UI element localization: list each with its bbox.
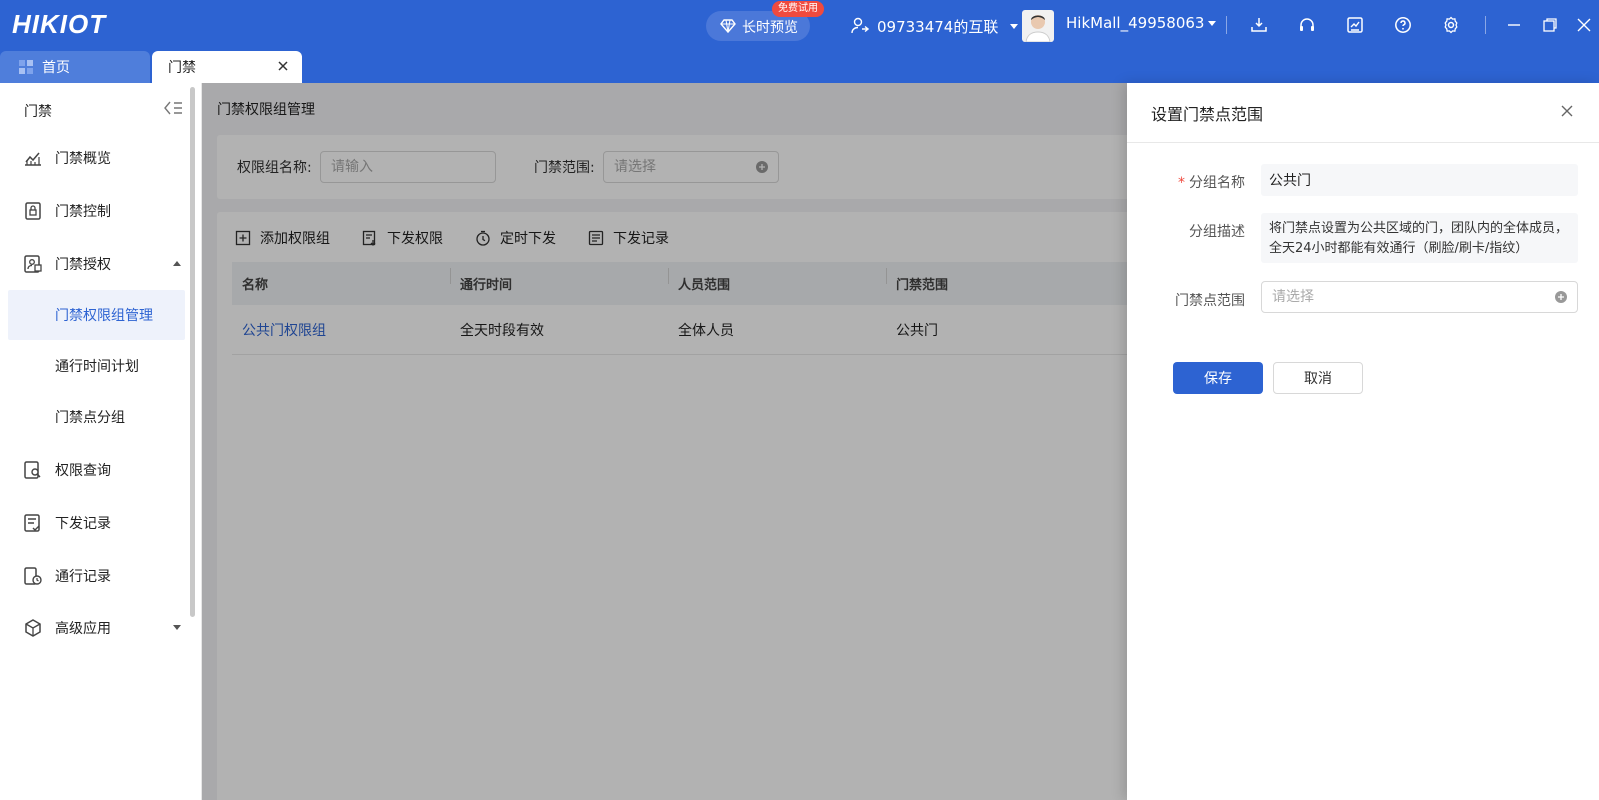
divider [1485,16,1486,34]
user-card-icon [24,255,42,273]
door-scope-drawer: 设置门禁点范围 * 分组名称 公共门 分组描述 将门禁点设置为公共区域的门，团队内… [1127,83,1599,800]
sidebar-item-permission-query[interactable]: 权限查询 [8,445,185,495]
chevron-up-icon [173,261,181,266]
cancel-button[interactable]: 取消 [1273,362,1363,394]
door-scope-select[interactable]: 请选择 [1261,281,1578,313]
drawer-title: 设置门禁点范围 [1151,105,1264,124]
avatar-image [1025,15,1051,42]
sidebar-item-issue-records[interactable]: 下发记录 [8,498,185,548]
sidebar-item-time-plan[interactable]: 通行时间计划 [8,341,185,391]
cube-icon [25,619,41,637]
sidebar: 门禁 门禁概览 门禁控制 门禁授权 门禁权限组管理 通行时间计划 门禁点分组 权… [0,83,202,800]
sidebar-item-label: 权限查询 [55,463,111,479]
sidebar-item-label: 门禁控制 [55,204,111,220]
tab-home-label: 首页 [42,60,70,76]
sidebar-item-control[interactable]: 门禁控制 [8,186,185,236]
list-check-icon [24,514,40,532]
close-window-icon[interactable] [1575,16,1593,34]
door-scope-label: 门禁点范围 [1175,293,1245,309]
sidebar-item-label: 门禁点分组 [55,410,125,426]
group-desc-field[interactable]: 将门禁点设置为公共区域的门，团队内的全体成员，全天24小时都能有效通行（刷脸/刷… [1261,213,1578,263]
close-icon[interactable] [1559,103,1575,119]
search-doc-icon [24,461,41,479]
sidebar-title: 门禁 [24,104,52,120]
sidebar-item-label: 通行记录 [55,569,111,585]
chevron-down-icon [1010,23,1019,29]
door-clock-icon [24,567,42,585]
free-trial-badge: 免费试用 [772,1,824,17]
sidebar-item-label: 高级应用 [55,621,111,637]
diamond-icon [720,19,736,34]
door-scope-placeholder: 请选择 [1272,289,1314,305]
lock-door-icon [25,202,41,220]
tab-access-control[interactable]: 门禁 [152,51,302,83]
group-name-field-label: * 分组名称 [1149,172,1245,192]
settings-icon[interactable] [1442,16,1460,34]
group-desc-label: 分组描述 [1189,224,1245,240]
sidebar-item-permission-group[interactable]: 门禁权限组管理 [8,290,185,340]
user-menu[interactable]: HikMall_49958063 [1066,14,1217,32]
sidebar-item-label: 通行时间计划 [55,359,139,375]
minimize-icon[interactable] [1505,16,1523,34]
sidebar-item-overview[interactable]: 门禁概览 [8,133,185,183]
user-name: HikMall_49958063 [1066,14,1205,32]
app-logo: HIKIOT [12,9,107,39]
sidebar-item-label: 门禁概览 [55,151,111,167]
avatar[interactable] [1022,10,1054,42]
sidebar-item-label: 门禁权限组管理 [55,308,153,324]
org-name: 09733474的互联 [877,17,999,36]
sidebar-item-pass-records[interactable]: 通行记录 [8,551,185,601]
sidebar-item-advanced[interactable]: 高级应用 [8,603,185,653]
required-mark: * [1178,175,1185,191]
trial-label: 长时预览 [742,20,798,36]
restore-icon[interactable] [1541,16,1559,34]
group-name-field[interactable]: 公共门 [1261,164,1578,196]
close-icon[interactable] [276,59,290,73]
chevron-down-icon [173,625,181,630]
group-name-field-text: 分组名称 [1189,175,1245,191]
sidebar-item-door-group[interactable]: 门禁点分组 [8,392,185,442]
chevron-down-icon [1208,20,1217,26]
plus-circle-icon [1555,291,1567,303]
tab-access-control-label: 门禁 [168,60,196,76]
top-bar: HIKIOT 长时预览 免费试用 09733474的互联 HikMall_499… [0,0,1599,50]
collapse-sidebar-icon[interactable] [162,99,184,117]
divider [1226,16,1227,34]
save-button[interactable]: 保存 [1173,362,1263,394]
chart-line-icon [25,152,41,166]
help-icon[interactable] [1394,16,1412,34]
org-switcher[interactable]: 09733474的互联 [851,14,1019,38]
headset-icon[interactable] [1298,16,1316,34]
modal-overlay[interactable] [202,83,1127,800]
download-icon[interactable] [1250,16,1268,34]
grid-icon [19,60,33,74]
sidebar-item-label: 门禁授权 [55,257,111,273]
sidebar-item-label: 下发记录 [55,516,111,532]
tab-home[interactable]: 首页 [0,51,150,83]
sidebar-item-authorization[interactable]: 门禁授权 [8,239,185,289]
drawer-header: 设置门禁点范围 [1127,83,1599,143]
user-switch-icon [851,17,869,34]
monitor-chart-icon[interactable] [1346,16,1364,34]
sidebar-scrollbar[interactable] [190,87,195,617]
tab-bar: 首页 门禁 [0,50,1599,83]
